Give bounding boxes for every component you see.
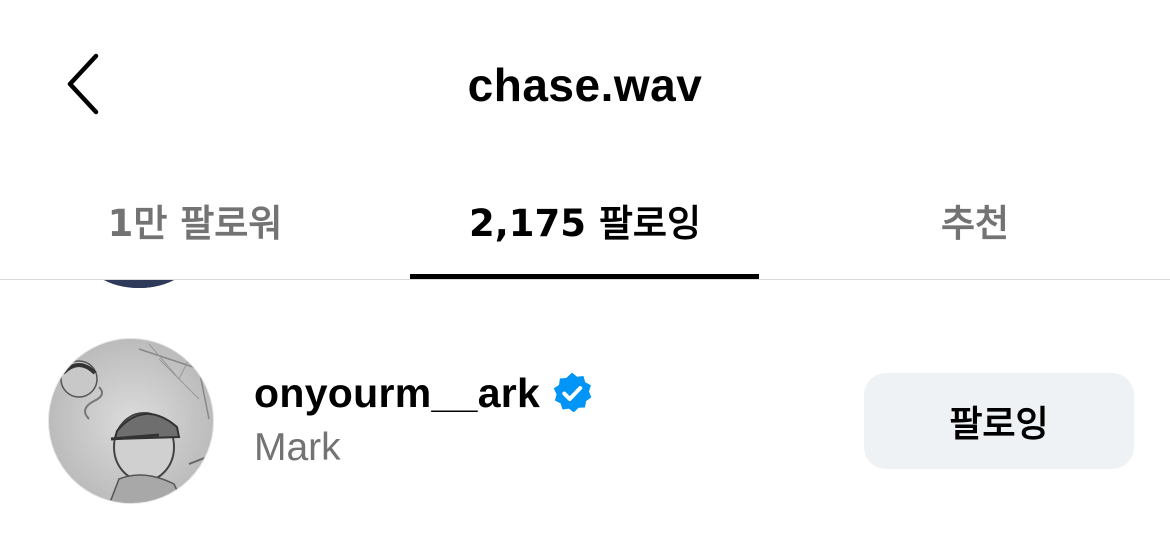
username-line: onyourm__ark (254, 368, 594, 418)
top-bar: chase.wav (0, 0, 1170, 160)
tab-suggested-label: 추천 (940, 201, 1010, 245)
tab-suggested[interactable]: 추천 (780, 160, 1170, 279)
active-tab-indicator (410, 274, 759, 279)
verified-badge-icon (550, 371, 594, 415)
following-button[interactable]: 팔로잉 (864, 373, 1134, 469)
avatar[interactable] (48, 338, 214, 504)
full-name: Mark (254, 426, 341, 469)
tab-following[interactable]: 2,175 팔로잉 (390, 160, 780, 279)
follow-tabs: 1만 팔로워 2,175 팔로잉 추천 (0, 160, 1170, 280)
user-info[interactable]: onyourm__ark Mark (254, 368, 594, 470)
tab-following-label: 2,175 팔로잉 (468, 201, 702, 245)
username[interactable]: onyourm__ark (254, 370, 540, 417)
tab-followers[interactable]: 1만 팔로워 (0, 160, 390, 279)
tab-followers-label: 1만 팔로워 (107, 201, 283, 245)
page-title: chase.wav (467, 59, 703, 111)
list-item[interactable]: onyourm__ark Mark 팔로잉 (0, 320, 1170, 520)
